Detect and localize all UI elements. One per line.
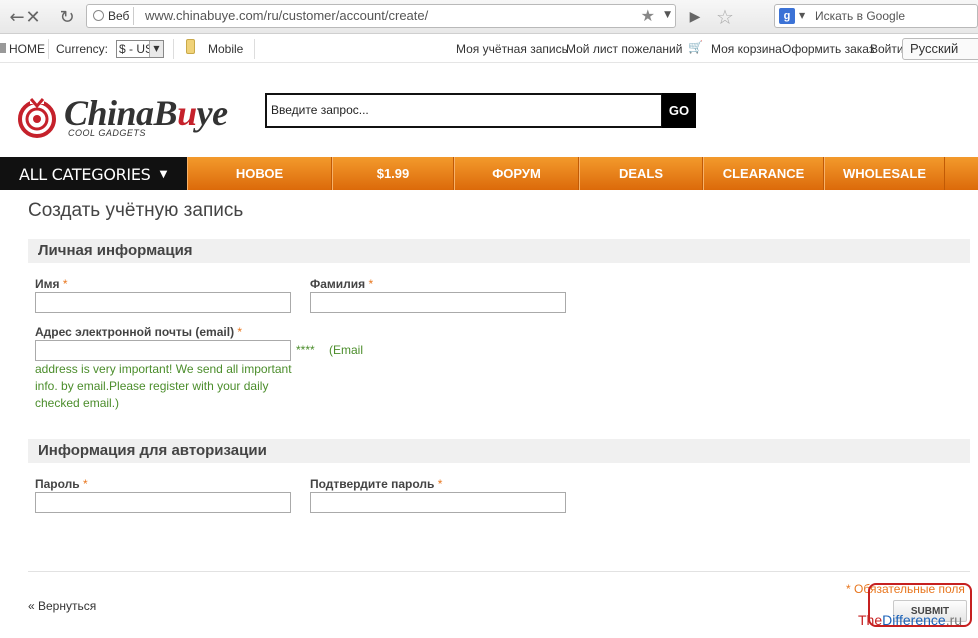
nav-item-deals[interactable]: DEALS (579, 157, 703, 190)
password-field[interactable] (35, 492, 291, 513)
mobile-icon (186, 39, 195, 54)
checkout-link[interactable]: Оформить заказ (782, 42, 874, 56)
mobile-link[interactable]: Mobile (208, 42, 243, 56)
email-note: address is very important! We send all i… (35, 362, 292, 410)
personal-info-heading: Личная информация (28, 239, 970, 263)
bookmark-star-icon[interactable]: ★ (641, 6, 655, 25)
nav-item-199[interactable]: $1.99 (332, 157, 454, 190)
home-link[interactable]: HOME (9, 42, 45, 56)
watermark: TheDifference.ru (858, 612, 963, 628)
last-name-field[interactable] (310, 292, 566, 313)
category-nav: ALL CATEGORIES ▼ НОВОЕ $1.99 ФОРУМ DEALS… (0, 157, 978, 190)
url-dropdown-icon[interactable]: ▼ (664, 10, 671, 20)
currency-select[interactable]: $ - US ▼ (116, 40, 164, 58)
last-name-label: Фамилия * (310, 277, 374, 291)
divider (254, 39, 255, 59)
logo-icon (18, 96, 56, 138)
email-note-start: (Email (329, 343, 364, 357)
all-categories-dropdown[interactable]: ALL CATEGORIES ▼ (0, 157, 187, 190)
home-icon (0, 43, 6, 53)
search-go-button[interactable]: GO (662, 93, 696, 128)
first-name-field[interactable] (35, 292, 291, 313)
nav-item-forum[interactable]: ФОРУМ (454, 157, 579, 190)
language-value: Русский (910, 41, 959, 56)
my-account-link[interactable]: Моя учётная запись (456, 42, 568, 56)
top-links-bar: HOME Currency: $ - US ▼ Mobile Моя учётн… (0, 35, 978, 63)
reload-icon[interactable]: ↻ (56, 6, 78, 28)
password-label: Пароль * (35, 477, 88, 491)
cart-link[interactable]: Моя корзина (711, 42, 782, 56)
search-engine-dropdown-icon[interactable]: ▼ (799, 11, 805, 20)
required-mark: * (83, 477, 88, 491)
browser-search-box[interactable]: g ▼ Искать в Google (774, 4, 978, 28)
auth-info-heading: Информация для авторизации (28, 439, 970, 463)
url-text[interactable]: www.chinabuye.com/ru/customer/account/cr… (145, 5, 428, 27)
required-mark: * (437, 477, 443, 491)
page-title: Создать учётную запись (28, 200, 244, 221)
currency-label: Currency: (56, 42, 109, 56)
all-categories-label: ALL CATEGORIES (19, 165, 151, 184)
confirm-password-field[interactable] (310, 492, 566, 513)
email-stars: **** (296, 343, 315, 357)
nav-item-wholesale[interactable]: WHOLESALE (824, 157, 945, 190)
language-select[interactable]: Русский (902, 38, 978, 60)
logo-tagline: COOL GADGETS (68, 128, 146, 138)
confirm-password-label: Подтвердите пароль * (310, 477, 443, 491)
currency-value: $ - US (119, 42, 154, 56)
bookmark-icon[interactable]: ☆ (714, 5, 736, 29)
go-arrow-icon[interactable]: ▶ (684, 6, 706, 28)
chevron-down-icon: ▼ (159, 169, 168, 180)
close-icon[interactable]: ✕ (22, 6, 44, 28)
browser-toolbar: ← ✕ ↻ Веб www.chinabuye.com/ru/customer/… (0, 0, 978, 34)
required-mark: * (237, 325, 243, 339)
required-mark: * (62, 277, 68, 291)
url-security-tag: Веб (90, 7, 134, 25)
search-input[interactable]: Введите запрос... (265, 93, 663, 128)
divider (48, 39, 49, 59)
divider (173, 39, 174, 59)
google-icon: g (779, 8, 795, 24)
back-link[interactable]: « Вернуться (28, 599, 96, 613)
form-divider (28, 571, 970, 572)
browser-search-placeholder[interactable]: Искать в Google (815, 5, 905, 27)
login-link[interactable]: Войти (870, 42, 904, 56)
wishlist-link[interactable]: Мой лист пожеланий (566, 42, 682, 56)
url-tag-label: Веб (108, 9, 130, 23)
nav-item-new[interactable]: НОВОЕ (187, 157, 332, 190)
address-bar[interactable]: Веб www.chinabuye.com/ru/customer/accoun… (86, 4, 676, 28)
globe-icon (93, 10, 104, 21)
chevron-down-icon: ▼ (149, 41, 163, 57)
nav-item-clearance[interactable]: CLEARANCE (703, 157, 824, 190)
cart-icon: 🛒 (688, 40, 703, 54)
email-field[interactable] (35, 340, 291, 361)
required-mark: * (368, 277, 374, 291)
first-name-label: Имя * (35, 277, 68, 291)
email-label: Адрес электронной почты (email) * (35, 325, 243, 339)
